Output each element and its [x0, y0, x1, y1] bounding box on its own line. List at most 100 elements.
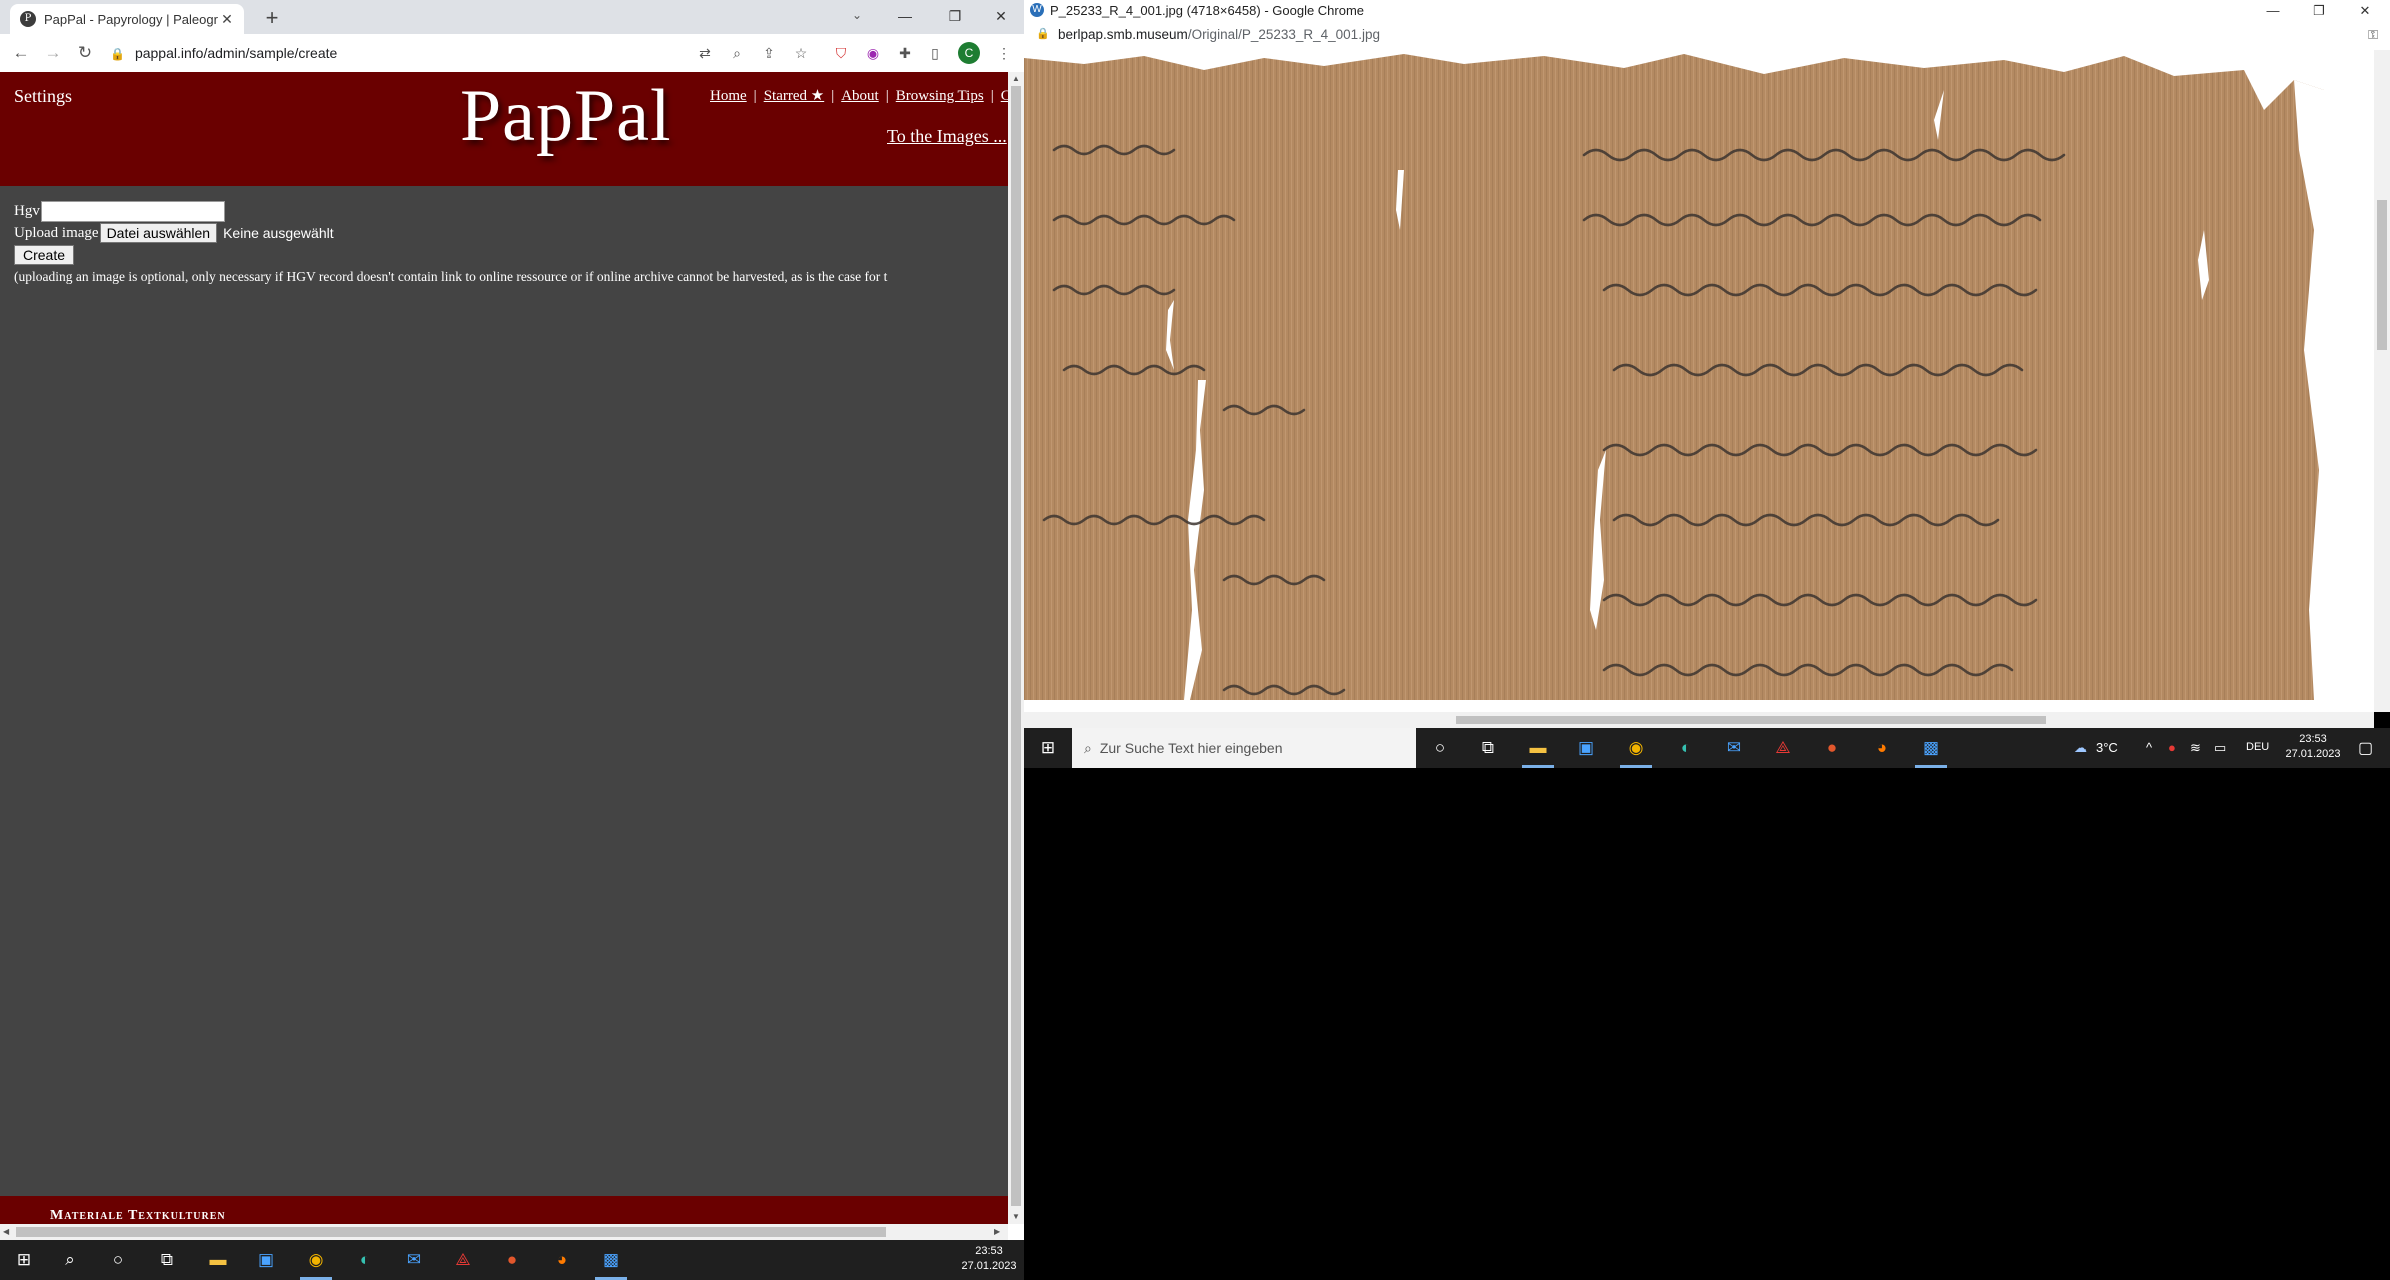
search-icon: ⌕ [1084, 740, 1092, 756]
pappal-logo[interactable]: PapPal [460, 74, 672, 159]
back-arrow-icon[interactable]: ← [8, 40, 34, 66]
tab-close-icon[interactable]: ✕ [218, 11, 236, 28]
mail-icon[interactable]: ✉ [402, 1248, 426, 1272]
close-window-button[interactable]: ✕ [978, 0, 1024, 32]
create-sample-form: Hgv Upload image Datei auswählen Keine a… [14, 200, 887, 288]
new-tab-button[interactable]: + [258, 4, 286, 32]
pappal-footer: Materiale Textkulturen [0, 1196, 1008, 1224]
store-icon[interactable]: ▣ [254, 1248, 278, 1272]
tab-pappal[interactable]: P PapPal - Papyrology | Paleograph ✕ [10, 4, 244, 34]
profile-avatar[interactable]: C [958, 42, 980, 64]
weather-cloud-icon[interactable]: ☁ [2074, 740, 2087, 756]
browser-toolbar: ← → ↻ 🔒 pappal.info/admin/sample/create ⇄… [0, 34, 1024, 73]
to-the-images-link[interactable]: To the Images ... [887, 126, 1007, 147]
key-icon[interactable]: ⚿ [2368, 27, 2378, 43]
papyrus-image[interactable] [1024, 50, 2324, 700]
windows-start-icon[interactable]: ⊞ [1036, 736, 1060, 760]
temperature[interactable]: 3°C [2096, 740, 2118, 755]
choose-file-button[interactable]: Datei auswählen [99, 223, 218, 243]
menu-kebab-icon[interactable]: ⋮ [994, 43, 1014, 63]
photos-icon[interactable]: ▩ [599, 1248, 623, 1272]
lock-icon: 🔒 [1036, 28, 1050, 40]
acrobat-icon[interactable]: ⟁ [451, 1248, 475, 1272]
translate-icon[interactable]: ⇄ [695, 43, 715, 63]
side-panel-icon[interactable]: ▯ [925, 43, 945, 63]
horizontal-scrollbar[interactable]: ◀ ▶ [0, 1224, 1008, 1240]
right-horizontal-scrollbar[interactable] [1024, 712, 2374, 728]
upload-note: (uploading an image is optional, only ne… [14, 269, 888, 284]
create-button[interactable]: Create [14, 245, 75, 265]
file-status: Keine ausgewählt [223, 225, 334, 241]
hgv-input[interactable] [40, 200, 225, 222]
language-indicator[interactable]: DEU [2246, 741, 2269, 753]
search-icon[interactable]: ⌕ [58, 1248, 82, 1272]
nav-browsing-tips[interactable]: Browsing Tips [896, 88, 984, 104]
scroll-left-arrow-icon[interactable]: ◀ [3, 1227, 9, 1236]
tray-chevron-icon[interactable]: ^ [2146, 740, 2152, 755]
right-vertical-scrollbar[interactable] [2374, 50, 2390, 712]
right-minimize-button[interactable]: — [2250, 0, 2296, 22]
taskbar-search-box[interactable]: ⌕ Zur Suche Text hier eingeben [1072, 728, 1416, 768]
edge-icon[interactable]: ◐ [1674, 736, 1698, 760]
scroll-down-arrow-icon[interactable]: ▼ [1012, 1212, 1020, 1221]
mail-icon[interactable]: ✉ [1722, 736, 1746, 760]
nav-about[interactable]: About [841, 88, 879, 104]
right-scroll-thumb[interactable] [2377, 200, 2387, 350]
windows-start-icon[interactable]: ⊞ [12, 1248, 36, 1272]
footer-text[interactable]: Materiale Textkulturen [50, 1208, 226, 1224]
zoom-icon[interactable]: ⌕ [727, 43, 747, 63]
notification-icon[interactable]: ▢ [2358, 738, 2373, 758]
search-placeholder: Zur Suche Text hier eingeben [1099, 740, 1283, 756]
right-hscroll-thumb[interactable] [1456, 716, 2046, 724]
tab-search-chevron-icon[interactable]: ⌄ [852, 8, 862, 22]
minimize-button[interactable]: — [882, 0, 928, 32]
chrome-icon[interactable]: ◉ [304, 1248, 328, 1272]
task-view-icon[interactable]: ⧉ [1476, 736, 1500, 760]
right-close-button[interactable]: ✕ [2342, 0, 2388, 22]
page-viewport: Settings PapPal Home | Starred ★ | About | Bro… [0, 72, 1008, 1224]
nav-starred[interactable]: Starred ★ [764, 88, 825, 104]
store-icon[interactable]: ▣ [1574, 736, 1598, 760]
cortana-icon[interactable]: ○ [1428, 736, 1452, 760]
settings-link[interactable]: Settings [14, 86, 72, 107]
pappal-favicon-icon: P [20, 11, 36, 27]
file-explorer-icon[interactable]: ▬ [206, 1248, 230, 1272]
taskbar-clock-right[interactable]: 23:53 27.01.2023 [2278, 732, 2348, 762]
task-view-icon[interactable]: ⧉ [155, 1248, 179, 1272]
right-address-bar[interactable]: 🔒 berlpap.smb.museum/Original/P_25233_R_… [1024, 22, 2390, 50]
chrome-icon[interactable]: ◉ [1624, 736, 1648, 760]
firefox-icon[interactable]: ◕ [550, 1248, 574, 1272]
nav-home[interactable]: Home [710, 88, 747, 104]
hgv-label: Hgv [14, 202, 40, 219]
file-explorer-icon[interactable]: ▬ [1526, 736, 1550, 760]
cortana-icon[interactable]: ○ [106, 1248, 130, 1272]
extension-shield-icon[interactable]: ⛉ [831, 43, 851, 63]
extensions-puzzle-icon[interactable]: ✚ [895, 43, 915, 63]
photos-icon[interactable]: ▩ [1919, 736, 1943, 760]
firefox-icon[interactable]: ◕ [1870, 736, 1894, 760]
share-icon[interactable]: ⇪ [759, 43, 779, 63]
network-icon[interactable]: ≋ [2190, 740, 2201, 756]
powerpoint-icon[interactable]: ● [1820, 736, 1844, 760]
scroll-up-arrow-icon[interactable]: ▲ [1012, 74, 1020, 83]
bookmark-star-icon[interactable]: ☆ [791, 43, 811, 63]
clock-time: 23:53 [2299, 733, 2327, 745]
scroll-right-arrow-icon[interactable]: ▶ [994, 1227, 1000, 1236]
nav-cut-off[interactable]: C [1001, 88, 1008, 104]
left-browser-window: P PapPal - Papyrology | Paleograph ✕ + ⌄… [0, 0, 1024, 1240]
tray-alert-icon[interactable]: ● [2168, 740, 2176, 755]
powerpoint-icon[interactable]: ● [500, 1248, 524, 1272]
restore-button[interactable]: ❐ [932, 0, 978, 32]
hscroll-thumb[interactable] [16, 1227, 886, 1237]
forward-arrow-icon[interactable]: → [40, 40, 66, 66]
taskbar-clock-left[interactable]: 23:53 27.01.2023 [956, 1244, 1022, 1274]
vertical-scrollbar[interactable]: ▲ ▼ [1008, 72, 1024, 1224]
scroll-thumb[interactable] [1011, 86, 1021, 1206]
acrobat-icon[interactable]: ⟁ [1771, 736, 1795, 760]
extension-u-icon[interactable]: ◉ [863, 43, 883, 63]
battery-icon[interactable]: ▭ [2214, 740, 2226, 756]
right-restore-button[interactable]: ❐ [2296, 0, 2342, 22]
reload-icon[interactable]: ↻ [72, 40, 98, 66]
edge-icon[interactable]: ◐ [353, 1248, 377, 1272]
pappal-header: Settings PapPal Home | Starred ★ | About | Bro… [0, 72, 1008, 186]
